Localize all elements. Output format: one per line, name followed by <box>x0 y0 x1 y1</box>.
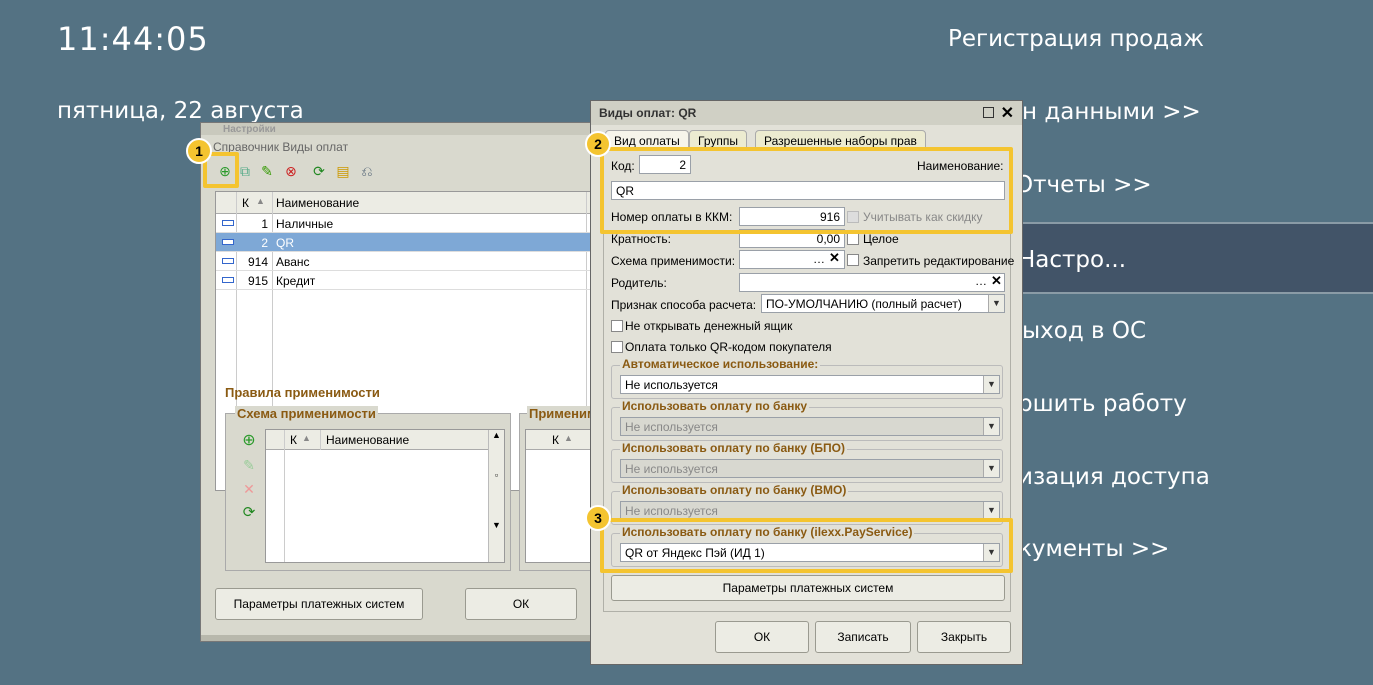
calc-label: Признак способа расчета: <box>611 298 757 312</box>
menu-item-settings[interactable]: Настро... <box>1018 247 1126 273</box>
auto-select[interactable]: Не используется ▼ <box>620 375 1000 394</box>
highlight-main-fields <box>600 147 1013 234</box>
date: пятница, 22 августа <box>57 98 304 124</box>
menu-item-reports[interactable]: Отчеты >> <box>1015 172 1152 198</box>
column-name[interactable]: Наименование <box>326 433 409 447</box>
menu-item-documents[interactable]: кументы >> <box>1018 536 1169 562</box>
window-title: Виды оплат: QR <box>591 101 1022 125</box>
clear-icon[interactable]: ✕ <box>829 250 840 266</box>
payment-systems-button[interactable]: Параметры платежных систем <box>215 588 423 620</box>
scheme-label: Схема применимости: <box>611 254 736 268</box>
refresh-icon[interactable]: ⟳ <box>309 161 329 181</box>
header-title: Регистрация продаж <box>948 26 1204 52</box>
menu-item-data[interactable]: н данными >> <box>1022 99 1201 125</box>
toolbar: ⊕ ⧉ ✎ ⊗ ⟳ ▤ ⎌ <box>205 159 595 185</box>
clear-icon[interactable]: ✕ <box>991 273 1002 289</box>
rules-title: Правила применимости <box>225 385 380 400</box>
dropdown-icon[interactable]: ▼ <box>983 418 999 435</box>
applicability-table: К ▲ <box>525 429 597 563</box>
delete-icon[interactable]: ⊗ <box>281 161 301 181</box>
bank-title: Использовать оплату по банку <box>620 399 810 413</box>
settings-title: Настройки <box>223 124 276 134</box>
hierarchy-icon[interactable]: ▤ <box>333 161 353 181</box>
clock: 11:44:05 <box>57 20 209 58</box>
bpo-group: Использовать оплату по банку (БПО) Не ис… <box>611 441 1003 483</box>
edit-icon[interactable]: ✎ <box>257 161 277 181</box>
parent-label: Родитель: <box>611 276 667 290</box>
forbid-edit-checkbox[interactable] <box>847 254 859 266</box>
sort-icon: ▲ <box>256 196 265 206</box>
dropdown-icon[interactable]: ▼ <box>983 460 999 477</box>
vmo-title: Использовать оплату по банку (ВМО) <box>620 483 849 497</box>
column-code[interactable]: К <box>242 196 249 210</box>
table-row[interactable]: 914 Аванс <box>216 252 594 271</box>
menu-item-access[interactable]: изация доступа <box>1018 464 1210 490</box>
edit-icon[interactable]: ✎ <box>239 455 259 475</box>
dropdown-icon[interactable]: ▼ <box>988 295 1004 312</box>
no-drawer-checkbox[interactable] <box>611 320 623 332</box>
select-icon[interactable]: … <box>975 274 987 288</box>
dropdown-icon[interactable]: ▼ <box>983 376 999 393</box>
table-row-selected[interactable]: 2 QR <box>216 233 594 252</box>
sort-icon: ▲ <box>302 433 311 443</box>
bank-select[interactable]: Не используется ▼ <box>620 417 1000 436</box>
column-code[interactable]: К <box>290 433 297 447</box>
column-code[interactable]: К <box>552 433 559 447</box>
payment-types-list-window: Настройки Справочник Виды оплат ⊕ ⧉ ✎ ⊗ … <box>200 122 598 642</box>
menu-item-exit-os[interactable]: ыход в ОС <box>1022 318 1146 344</box>
save-button[interactable]: Записать <box>815 621 911 653</box>
column-name[interactable]: Наименование <box>276 196 359 210</box>
step-badge-1: 1 <box>186 138 212 164</box>
parent-field[interactable] <box>739 273 1005 292</box>
no-drawer-label: Не открывать денежный ящик <box>625 319 793 333</box>
step-badge-3: 3 <box>585 505 611 531</box>
dropdown-icon[interactable]: ▼ <box>983 502 999 519</box>
close-button[interactable]: Закрыть <box>917 621 1011 653</box>
ok-button[interactable]: ОК <box>465 588 577 620</box>
applicability-title: Применим <box>527 406 597 421</box>
add-icon[interactable]: ⊕ <box>239 431 259 451</box>
highlight-ilexx <box>600 518 1013 573</box>
settings-window-titlebar: Настройки <box>201 123 597 135</box>
select-icon[interactable]: … <box>813 252 825 266</box>
menu-item-finish[interactable]: ршить работу <box>1018 391 1187 417</box>
qr-only-checkbox[interactable] <box>611 341 623 353</box>
item-icon <box>222 239 234 245</box>
auto-title: Автоматическое использование: <box>620 357 821 371</box>
scheme-title: Схема применимости <box>235 406 378 421</box>
delete-icon[interactable]: ✕ <box>239 479 259 499</box>
bank-group: Использовать оплату по банку Не использу… <box>611 399 1003 441</box>
ok-button[interactable]: ОК <box>715 621 809 653</box>
table-row[interactable]: 1 Наличные <box>216 214 594 233</box>
bpo-title: Использовать оплату по банку (БПО) <box>620 441 847 455</box>
table-row[interactable]: 915 Кредит <box>216 271 594 290</box>
payment-systems-button[interactable]: Параметры платежных систем <box>611 575 1005 601</box>
integer-checkbox[interactable] <box>847 233 859 245</box>
item-icon <box>222 220 234 226</box>
calc-select[interactable]: ПО-УМОЛЧАНИЮ (полный расчет) ▼ <box>761 294 1005 313</box>
item-icon <box>222 258 234 264</box>
forbid-edit-label: Запретить редактирование <box>863 254 1015 268</box>
close-icon[interactable]: ✕ <box>1001 103 1014 123</box>
integer-label: Целое <box>863 232 899 246</box>
refresh-icon[interactable]: ⟳ <box>239 503 259 523</box>
item-icon <box>222 277 234 283</box>
bpo-select[interactable]: Не используется ▼ <box>620 459 1000 478</box>
step-badge-2: 2 <box>585 131 611 157</box>
qr-only-label: Оплата только QR-кодом покупателя <box>625 340 832 354</box>
scrollbar[interactable]: ▲ ▫ ▼ <box>488 430 504 562</box>
scheme-table: К ▲ Наименование ▲ ▫ ▼ <box>265 429 505 563</box>
auto-group: Автоматическое использование: Не использ… <box>611 357 1003 399</box>
maximize-icon[interactable] <box>983 107 994 118</box>
sort-icon: ▲ <box>564 433 573 443</box>
multiplicity-label: Кратность: <box>611 232 671 246</box>
history-icon[interactable]: ⎌ <box>357 161 377 181</box>
